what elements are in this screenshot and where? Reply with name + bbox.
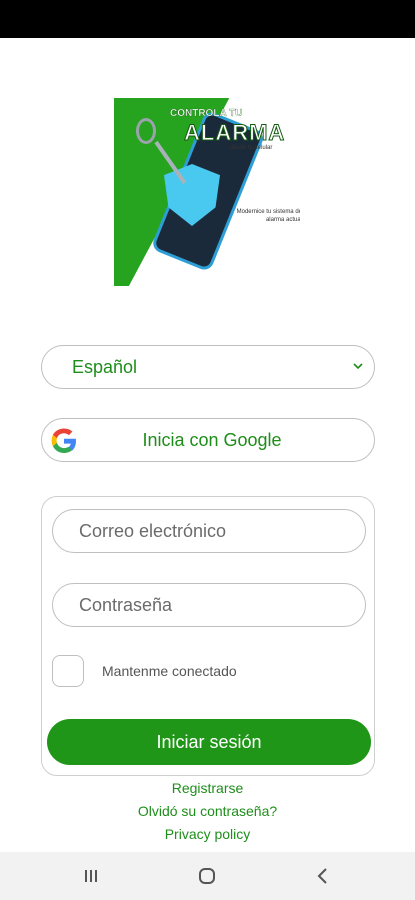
back-button[interactable] bbox=[311, 866, 335, 886]
remember-label: Mantenme conectado bbox=[102, 663, 237, 679]
promo-line3: desde tu celular bbox=[230, 145, 273, 151]
promo-line1: CONTROLA TU bbox=[170, 108, 243, 119]
email-field[interactable]: Correo electrónico bbox=[52, 509, 366, 553]
recent-apps-icon bbox=[85, 870, 97, 882]
home-button[interactable] bbox=[195, 866, 219, 886]
back-icon bbox=[317, 868, 327, 884]
promo-line4: Modernice tu sistema de alarma actual bbox=[236, 209, 300, 223]
chevron-down-icon bbox=[353, 363, 363, 370]
android-nav-bar bbox=[0, 852, 415, 900]
login-button-label: Iniciar sesión bbox=[156, 731, 262, 752]
footer-links: Registrarse Olvidó su contraseña? Privac… bbox=[0, 779, 415, 848]
status-bar bbox=[0, 0, 415, 38]
google-signin-button[interactable]: Inicia con Google bbox=[41, 418, 375, 462]
password-placeholder: Contraseña bbox=[79, 594, 173, 615]
remember-row: Mantenme conectado bbox=[52, 655, 237, 687]
login-card: Correo electrónico Contraseña Mantenme c… bbox=[41, 496, 375, 776]
promo-banner: CONTROLA TU ALARMA desde tu celular Mode… bbox=[114, 98, 300, 286]
promo-line2: ALARMA bbox=[183, 120, 286, 146]
privacy-policy-link[interactable]: Privacy policy bbox=[0, 825, 415, 848]
remember-checkbox[interactable] bbox=[52, 655, 84, 687]
google-signin-label: Inicia con Google bbox=[142, 429, 282, 450]
google-logo-icon bbox=[51, 428, 76, 453]
password-field[interactable]: Contraseña bbox=[52, 583, 366, 627]
key-ring-icon bbox=[136, 118, 156, 144]
recent-apps-button[interactable] bbox=[79, 866, 103, 886]
login-button[interactable]: Iniciar sesión bbox=[47, 719, 371, 765]
register-link[interactable]: Registrarse bbox=[0, 779, 415, 802]
email-placeholder: Correo electrónico bbox=[79, 520, 227, 541]
home-icon bbox=[199, 868, 215, 884]
language-selected: Español bbox=[72, 356, 138, 377]
language-select[interactable]: Español bbox=[41, 345, 375, 389]
forgot-password-link[interactable]: Olvidó su contraseña? bbox=[0, 802, 415, 825]
